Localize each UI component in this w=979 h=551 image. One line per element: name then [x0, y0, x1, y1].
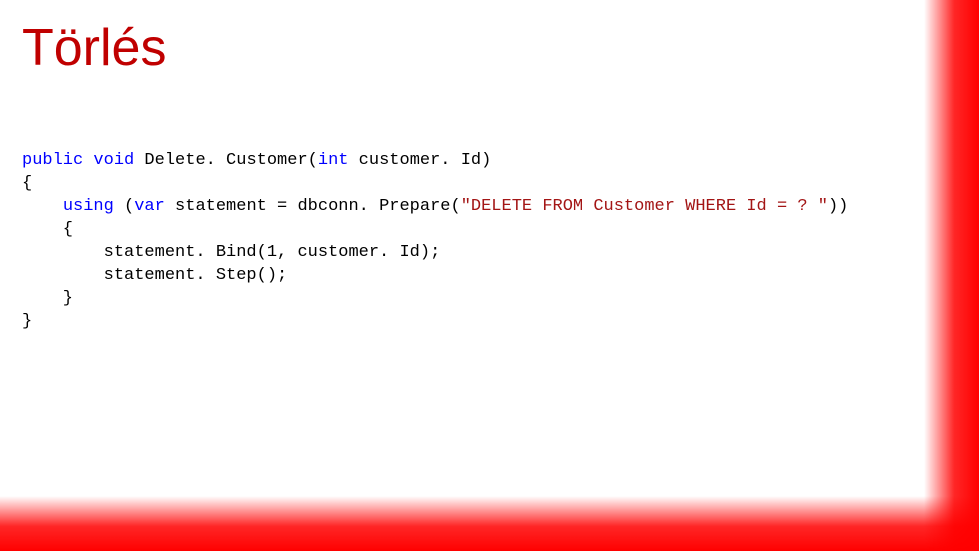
keyword-var: var [134, 197, 165, 216]
brace-open-2: { [22, 220, 73, 239]
brace-close-1: } [22, 312, 32, 331]
indent-1 [22, 197, 63, 216]
slide: Törlés public void Delete. Customer(int … [0, 0, 979, 551]
keyword-using: using [63, 197, 114, 216]
sql-string: "DELETE FROM Customer WHERE Id = ? " [461, 197, 828, 216]
param-name: customer. Id) [348, 151, 491, 170]
code-block: public void Delete. Customer(int custome… [22, 150, 848, 334]
method-name: Delete. Customer( [134, 151, 318, 170]
stmt-assign: statement = dbconn. Prepare( [165, 197, 461, 216]
gradient-right [924, 0, 979, 551]
brace-close-2: } [22, 289, 73, 308]
brace-open-1: { [22, 174, 32, 193]
keyword-void: void [93, 151, 134, 170]
keyword-int: int [318, 151, 349, 170]
gradient-bottom [0, 496, 979, 551]
slide-title: Törlés [22, 18, 166, 78]
keyword-public: public [22, 151, 83, 170]
using-close: )) [828, 197, 848, 216]
using-open: ( [114, 197, 134, 216]
line-step: statement. Step(); [22, 266, 287, 285]
line-bind: statement. Bind(1, customer. Id); [22, 243, 440, 262]
